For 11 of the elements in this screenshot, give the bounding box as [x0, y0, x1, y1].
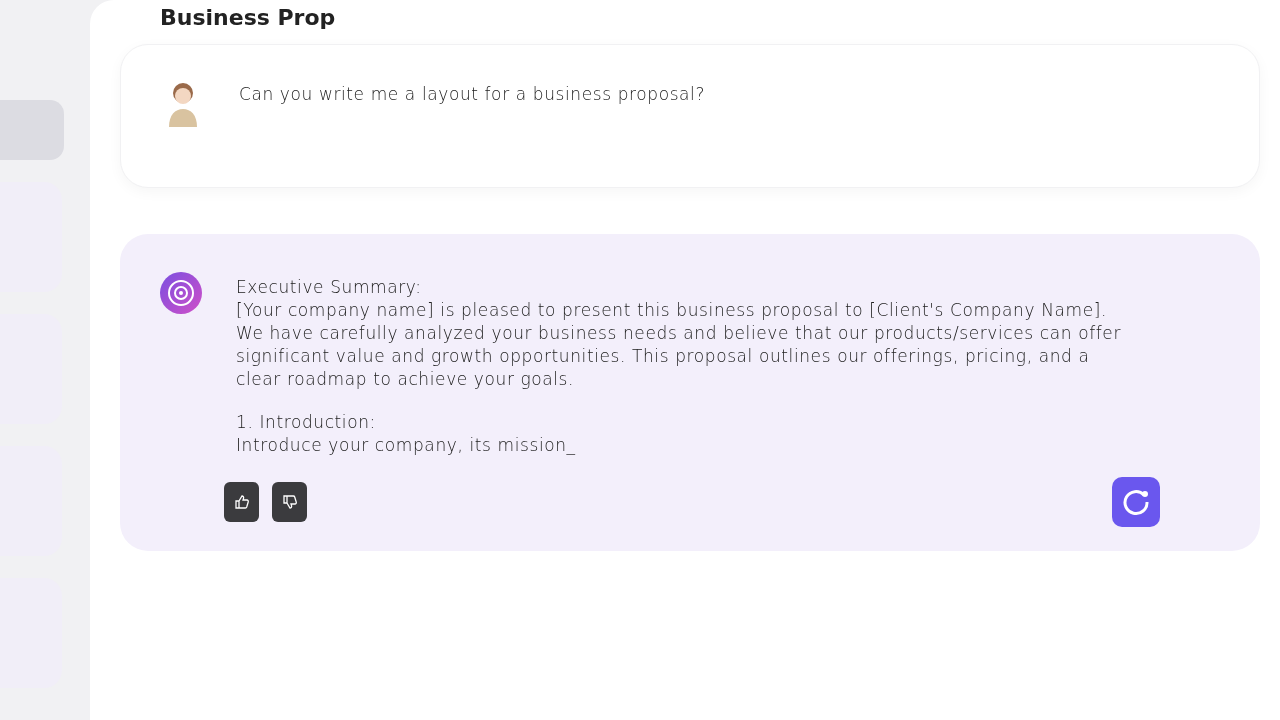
thumbs-up-icon	[233, 494, 250, 510]
assistant-logo-icon	[160, 272, 202, 314]
message-text: Executive Summary: [Your company name] is pleased to present this business proposal to [Client's Company Name]. We have carefully analyzed your business needs and believe that our products/services can offer significant value and growth opportunities. This proposal outlines our offerings, pricing, and a clear roadmap to achieve your goals.	[236, 276, 1121, 391]
refresh-icon	[1121, 487, 1151, 517]
thumbs-down-icon	[281, 494, 298, 510]
thumbs-down-button[interactable]	[272, 482, 307, 522]
thumbs-up-button[interactable]	[224, 482, 259, 522]
chat-title: Business Prop	[159, 4, 337, 32]
regenerate-button[interactable]	[1112, 477, 1160, 527]
message-text: Can you write me a layout for a business proposal?	[239, 83, 706, 106]
message-text: 1. Introduction: Introduce your company, its mission_	[236, 411, 577, 457]
